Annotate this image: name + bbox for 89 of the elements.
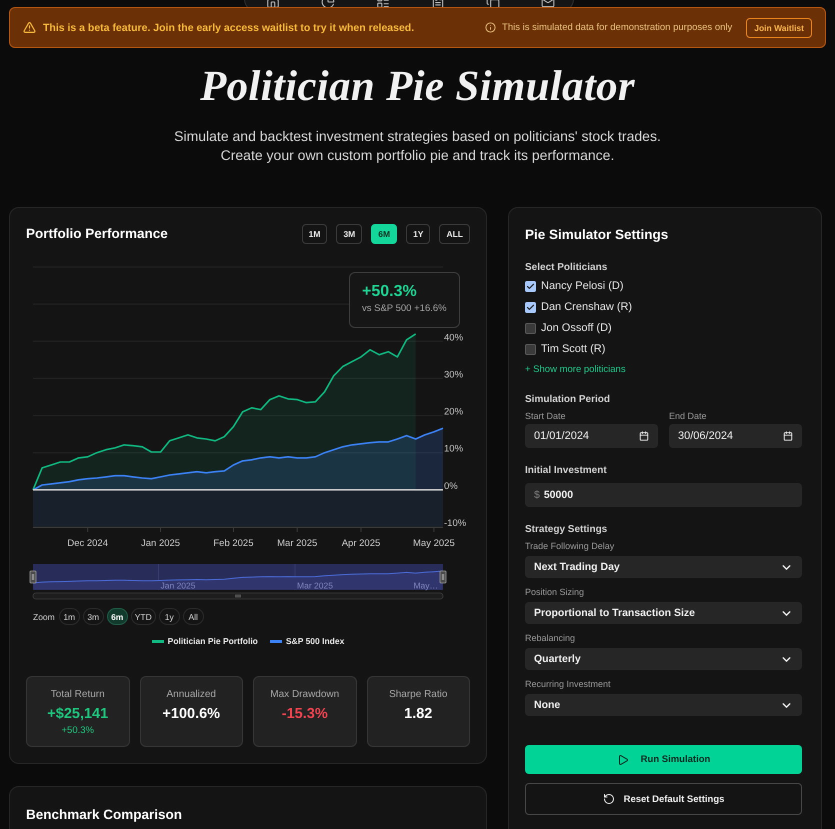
stat-subvalue: +50.3% — [62, 724, 94, 737]
section-label: Select Politicians — [525, 261, 608, 274]
play-icon — [616, 754, 629, 766]
check-icon — [526, 282, 535, 290]
checkbox[interactable] — [525, 344, 536, 354]
navigator-date-label: Jan 2025 — [160, 580, 196, 590]
page-title: Politician Pie Simulator — [200, 62, 635, 112]
section-label: Strategy Settings — [525, 523, 608, 536]
stat-value: +$25,141 — [47, 705, 108, 724]
calendar-icon — [783, 431, 793, 441]
tooltip-comparison: vs S&P 500 +16.6% — [362, 303, 447, 314]
select-field[interactable]: Proportional to Transaction Size — [525, 602, 802, 624]
run-simulation-button[interactable]: Run Simulation — [525, 745, 802, 774]
politician-name: Nancy Pelosi (D) — [541, 279, 624, 293]
select-field[interactable]: None — [525, 694, 802, 716]
stat-value: +100.6% — [162, 705, 220, 724]
zoom-button[interactable]: YTD — [130, 608, 156, 625]
range-button[interactable]: 3M — [336, 224, 362, 244]
field-label: Rebalancing — [525, 632, 576, 644]
stat-value: 1.82 — [404, 705, 432, 724]
zoom-button[interactable]: 1m — [58, 608, 80, 625]
zoom-button[interactable]: 3m — [82, 608, 104, 625]
zoom-button[interactable]: 1y — [158, 608, 180, 625]
card-title: Pie Simulator Settings — [525, 226, 670, 244]
range-button[interactable]: 6M — [371, 224, 398, 244]
stat-label: Total Return — [50, 688, 105, 702]
range-button[interactable]: 1Y — [406, 224, 430, 244]
grip-icon — [236, 594, 240, 598]
field-label: Position Sizing — [525, 586, 586, 598]
section-label: Initial Investment — [525, 464, 608, 477]
y-axis-label: -10% — [444, 518, 466, 529]
x-axis-label: May 2025 — [413, 538, 455, 549]
navigator-date-label: Mar 2025 — [297, 580, 333, 590]
x-axis-label: Jan 2025 — [141, 538, 180, 549]
calendar-icon — [639, 431, 649, 441]
investment-field[interactable]: $ 50000 — [525, 483, 802, 507]
show-more-link[interactable]: + Show more politicians — [525, 363, 626, 376]
join-waitlist-button[interactable]: Join Waitlist — [746, 18, 812, 38]
y-axis-label: 0% — [444, 480, 458, 492]
date-field[interactable]: 30/06/2024 — [669, 424, 802, 448]
x-axis-label: Dec 2024 — [67, 538, 108, 549]
navigator-date-label: May… — [413, 580, 438, 590]
y-axis-label: 20% — [444, 406, 464, 418]
politician-name: Tim Scott (R) — [541, 342, 606, 356]
politician-name: Dan Crenshaw (R) — [541, 300, 632, 314]
beta-message: This is a beta feature. Join the early access waitlist to try it when released. — [43, 22, 414, 34]
range-button[interactable]: ALL — [439, 224, 470, 244]
date-field[interactable]: 01/01/2024 — [525, 424, 658, 448]
navigator-handle[interactable] — [440, 570, 446, 584]
legend-label[interactable]: S&P 500 Index — [286, 636, 344, 646]
stat-label: Annualized — [166, 688, 216, 702]
reset-settings-button[interactable]: Reset Default Settings — [525, 783, 802, 815]
tooltip-value: +50.3% — [362, 283, 418, 301]
reset-icon — [602, 793, 615, 805]
field-label: Trade Following Delay — [525, 540, 616, 552]
checkbox[interactable] — [525, 322, 536, 334]
zoom-button[interactable]: 6m — [106, 608, 128, 625]
field-label: End Date — [669, 410, 708, 422]
zoom-button[interactable]: All — [182, 608, 204, 625]
checkbox[interactable] — [525, 280, 536, 292]
demo-notice: This is simulated data for demonstration purposes only — [502, 22, 732, 33]
stat-label: Sharpe Ratio — [389, 688, 448, 702]
check-icon — [526, 302, 535, 312]
x-axis-label: Mar 2025 — [277, 538, 318, 549]
card-title: Portfolio Performance — [26, 225, 168, 243]
card-title: Benchmark Comparison — [26, 806, 184, 824]
select-field[interactable]: Quarterly — [525, 648, 802, 670]
politician-name: Jon Ossoff (D) — [541, 321, 612, 335]
field-label: Recurring Investment — [525, 678, 612, 690]
y-axis-label: 30% — [444, 369, 464, 380]
navigator-scrollbar[interactable] — [32, 592, 444, 600]
currency-symbol: $ — [534, 489, 540, 501]
stat-value: -15.3% — [282, 705, 328, 724]
x-axis-label: Apr 2025 — [342, 538, 380, 549]
field-label: Start Date — [525, 410, 567, 422]
zoom-label: Zoom — [33, 612, 55, 622]
navigator-handle[interactable] — [30, 570, 36, 584]
stat-label: Max Drawdown — [270, 688, 340, 702]
x-axis-label: Feb 2025 — [213, 538, 254, 549]
y-axis-label: 10% — [444, 444, 464, 455]
legend-label[interactable]: Politician Pie Portfolio — [168, 636, 258, 646]
info-icon — [485, 22, 496, 33]
select-field[interactable]: Next Trading Day — [525, 556, 802, 578]
checkbox[interactable] — [525, 302, 536, 312]
warning-icon — [23, 21, 36, 34]
page-subtitle: Simulate and backtest investment strategies based on politicians' stock trades. Create your own custom portfolio pie and track its performance. — [174, 127, 661, 165]
range-button[interactable]: 1M — [302, 224, 328, 244]
y-axis-label: 40% — [444, 332, 464, 344]
section-label: Simulation Period — [525, 393, 612, 406]
